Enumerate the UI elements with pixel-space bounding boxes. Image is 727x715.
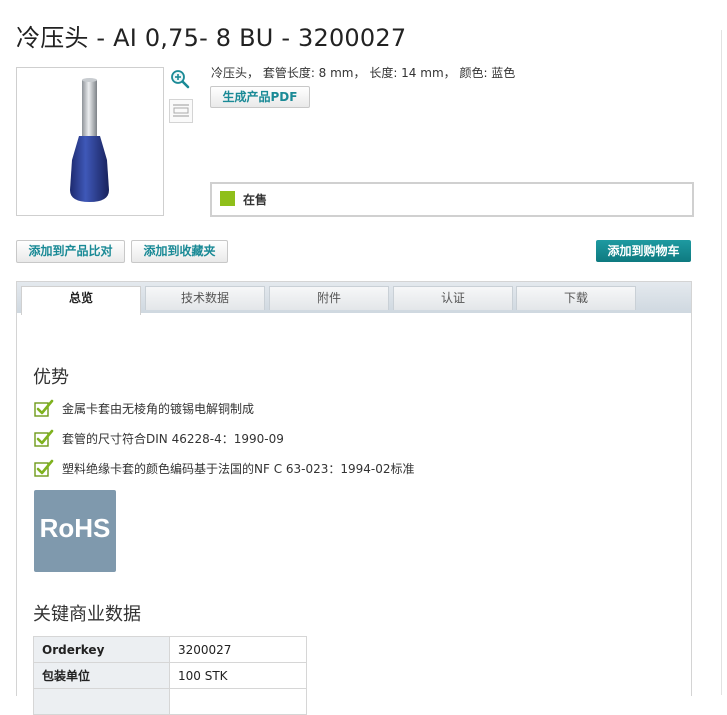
checkbox-check-icon xyxy=(34,459,54,477)
table-key xyxy=(33,688,170,715)
table-key: 包装单位 xyxy=(33,662,170,689)
table-key: Orderkey xyxy=(33,636,170,663)
tab-overview[interactable]: 总览 xyxy=(21,286,141,315)
add-to-compare-button[interactable]: 添加到产品比对 xyxy=(16,240,125,263)
zoom-in-icon[interactable] xyxy=(169,68,191,90)
advantage-text: 塑料绝缘卡套的颜色编码基于法国的NF C 63-023：1994-02标准 xyxy=(62,462,415,476)
add-to-cart-button[interactable]: 添加到购物车 xyxy=(596,240,691,262)
generate-pdf-button[interactable]: 生成产品PDF xyxy=(210,86,310,108)
availability-status: 在售 xyxy=(243,193,268,207)
table-row xyxy=(33,688,307,715)
status-indicator-icon xyxy=(220,191,235,206)
ferrule-picture xyxy=(70,78,109,202)
add-to-favorites-button[interactable]: 添加到收藏夹 xyxy=(131,240,228,263)
table-value: 3200027 xyxy=(169,636,307,663)
page-title: 冷压头 - AI 0,75- 8 BU - 3200027 xyxy=(16,24,407,52)
rohs-badge: RoHS xyxy=(34,490,116,572)
advantage-text: 金属卡套由无棱角的镀锡电解铜制成 xyxy=(62,402,255,416)
tab-strip: 总览 技术数据 附件 认证 下载 xyxy=(17,282,691,315)
product-description: 冷压头， 套管长度: 8 mm， 长度: 14 mm， 颜色: 蓝色 xyxy=(211,66,516,80)
table-row: Orderkey 3200027 xyxy=(33,636,307,663)
checkbox-check-icon xyxy=(34,399,54,417)
table-row: 包装单位 100 STK xyxy=(33,662,307,689)
product-image[interactable] xyxy=(16,67,164,216)
checkbox-check-icon xyxy=(34,429,54,447)
tab-accessories[interactable]: 附件 xyxy=(269,286,389,310)
tab-technical-data[interactable]: 技术数据 xyxy=(145,286,265,310)
page-divider xyxy=(721,30,722,695)
rohs-label: RoHS xyxy=(39,513,111,543)
table-value: 100 STK xyxy=(169,662,307,689)
table-value xyxy=(169,688,307,715)
availability-box: 在售 xyxy=(210,182,694,217)
tab-certifications[interactable]: 认证 xyxy=(393,286,513,310)
commercial-data-table: Orderkey 3200027 包装单位 100 STK xyxy=(33,636,307,715)
dimension-drawing-icon[interactable] xyxy=(169,99,193,123)
tab-downloads[interactable]: 下载 xyxy=(516,286,636,310)
advantage-text: 套管的尺寸符合DIN 46228-4：1990-09 xyxy=(62,432,284,446)
advantages-heading: 优势 xyxy=(33,367,69,388)
commercial-data-heading: 关键商业数据 xyxy=(33,604,141,625)
product-tab-panel: 总览 技术数据 附件 认证 下载 xyxy=(16,281,692,696)
